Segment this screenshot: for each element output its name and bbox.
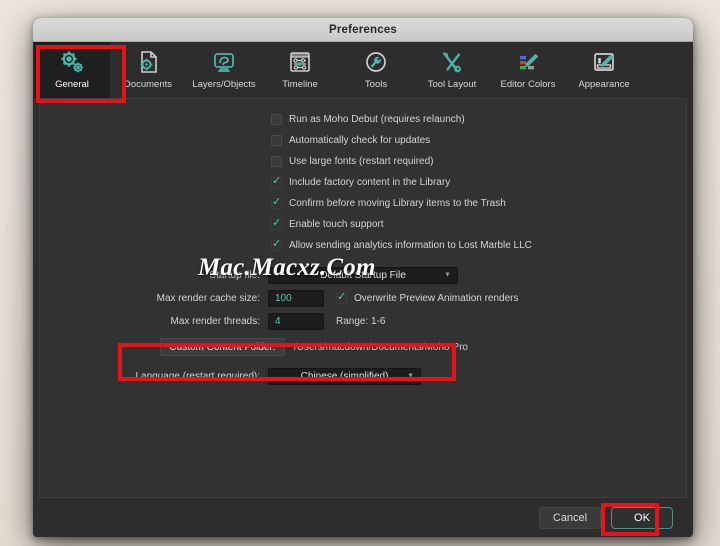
checkbox-label-confirm-trash: Confirm before moving Library items to t… xyxy=(289,198,506,209)
label-max-render-threads: Max render threads: xyxy=(170,315,261,327)
monitor-shape-icon xyxy=(210,46,238,78)
row-startup-file: Startup file: Default Startup File ▼ xyxy=(40,265,686,285)
tab-timeline[interactable]: Timeline xyxy=(262,42,338,98)
input-max-render-threads[interactable]: 4 xyxy=(268,312,324,330)
checkbox-label-enable-touch: Enable touch support xyxy=(289,219,384,230)
tablet-pen-icon xyxy=(590,46,618,78)
checkbox-row-send-analytics[interactable]: Allow sending analytics information to L… xyxy=(40,235,686,256)
tab-general[interactable]: General xyxy=(34,42,110,98)
tab-label-tool-layout: Tool Layout xyxy=(427,79,477,90)
timeline-icon xyxy=(286,46,314,78)
tab-documents[interactable]: Documents xyxy=(110,42,186,98)
checkbox-label-use-large-fonts: Use large fonts (restart required) xyxy=(289,156,434,167)
cancel-button-label: Cancel xyxy=(552,511,588,524)
checkbox-overwrite-preview-renders[interactable] xyxy=(336,291,347,304)
row-custom-content-folder: Custom Content Folder: /Users/macdown/Do… xyxy=(40,337,686,357)
tab-label-tools: Tools xyxy=(364,79,388,90)
tab-label-layers-objects: Layers/Objects xyxy=(192,79,256,90)
checkbox-row-run-as-moho-debut[interactable]: Run as Moho Debut (requires relaunch) xyxy=(40,109,686,130)
wrench-circle-icon xyxy=(362,46,390,78)
tab-label-general: General xyxy=(55,79,89,90)
checkbox-include-factory-content[interactable] xyxy=(271,175,282,188)
dropdown-startup-file[interactable]: Default Startup File ▼ xyxy=(268,266,458,284)
color-swatches-pen-icon xyxy=(514,46,542,78)
tab-label-documents: Documents xyxy=(123,79,173,90)
wrench-screwdriver-icon xyxy=(438,46,466,78)
row-max-render-threads: Max render threads: 4 Range: 1-6 xyxy=(40,311,686,331)
checkbox-row-use-large-fonts[interactable]: Use large fonts (restart required) xyxy=(40,151,686,172)
checkbox-send-analytics[interactable] xyxy=(271,238,282,251)
button-label-custom-content-folder: Custom Content Folder: xyxy=(169,341,276,353)
ok-button[interactable]: OK xyxy=(611,506,673,529)
tab-label-editor-colors: Editor Colors xyxy=(500,79,556,90)
dialog-titlebar: Preferences xyxy=(33,18,693,42)
ok-button-label: OK xyxy=(634,511,650,524)
checkbox-label-auto-check-updates: Automatically check for updates xyxy=(289,135,431,146)
checkbox-label-include-factory-content: Include factory content in the Library xyxy=(289,177,451,188)
checkbox-row-auto-check-updates[interactable]: Automatically check for updates xyxy=(40,130,686,151)
label-startup-file: Startup file: xyxy=(209,269,260,281)
value-max-render-cache: 100 xyxy=(275,292,292,304)
tab-tool-layout[interactable]: Tool Layout xyxy=(414,42,490,98)
general-settings-scroll-area: Run as Moho Debut (requires relaunch) Au… xyxy=(40,99,686,497)
dropdown-value-language: Chinese (simplified) xyxy=(300,370,389,382)
checkbox-use-large-fonts[interactable] xyxy=(271,156,282,167)
chevron-down-icon: ▼ xyxy=(407,372,414,380)
tab-tools[interactable]: Tools xyxy=(338,42,414,98)
checkbox-row-enable-touch[interactable]: Enable touch support xyxy=(40,214,686,235)
checkbox-auto-check-updates[interactable] xyxy=(271,135,282,146)
input-max-render-cache[interactable]: 100 xyxy=(268,289,324,307)
dropdown-language[interactable]: Chinese (simplified) ▼ xyxy=(268,367,421,385)
preferences-content-panel: Run as Moho Debut (requires relaunch) Au… xyxy=(39,98,687,497)
text-custom-content-folder-path: /Users/macdown/Documents/Moho Pro xyxy=(294,341,468,353)
row-max-render-cache: Max render cache size: 100 Overwrite Pre… xyxy=(40,288,686,308)
label-max-render-cache: Max render cache size: xyxy=(156,292,260,304)
checkbox-confirm-trash[interactable] xyxy=(271,196,282,209)
checkbox-row-confirm-trash[interactable]: Confirm before moving Library items to t… xyxy=(40,193,686,214)
checkbox-label-overwrite-preview-renders: Overwrite Preview Animation renders xyxy=(354,292,519,304)
checkbox-label-run-as-moho-debut: Run as Moho Debut (requires relaunch) xyxy=(289,114,465,125)
tab-appearance[interactable]: Appearance xyxy=(566,42,642,98)
checkbox-label-send-analytics: Allow sending analytics information to L… xyxy=(289,240,532,251)
tab-label-appearance: Appearance xyxy=(578,79,630,90)
gears-icon xyxy=(58,46,86,78)
preferences-dialog: Preferences General Documents Layers/Obj… xyxy=(33,18,693,537)
dialog-title: Preferences xyxy=(328,23,398,36)
value-max-render-threads: 4 xyxy=(275,315,281,327)
checkbox-run-as-moho-debut[interactable] xyxy=(271,114,282,125)
dropdown-value-startup-file: Default Startup File xyxy=(320,269,406,281)
tab-editor-colors[interactable]: Editor Colors xyxy=(490,42,566,98)
preferences-tabstrip: General Documents Layers/Objects Timelin… xyxy=(33,42,693,98)
dialog-button-bar: Cancel OK xyxy=(39,497,687,537)
button-custom-content-folder[interactable]: Custom Content Folder: xyxy=(160,338,285,356)
checkbox-enable-touch[interactable] xyxy=(271,217,282,230)
row-language: Language (restart required): Chinese (si… xyxy=(40,366,686,386)
chevron-down-icon: ▼ xyxy=(444,271,451,279)
tab-layers-objects[interactable]: Layers/Objects xyxy=(186,42,262,98)
document-gear-icon xyxy=(134,46,162,78)
cancel-button[interactable]: Cancel xyxy=(539,506,601,529)
tab-label-timeline: Timeline xyxy=(282,79,318,90)
label-language: Language (restart required): xyxy=(135,370,260,382)
label-render-threads-range: Range: 1-6 xyxy=(336,315,386,327)
checkbox-row-include-factory-content[interactable]: Include factory content in the Library xyxy=(40,172,686,193)
